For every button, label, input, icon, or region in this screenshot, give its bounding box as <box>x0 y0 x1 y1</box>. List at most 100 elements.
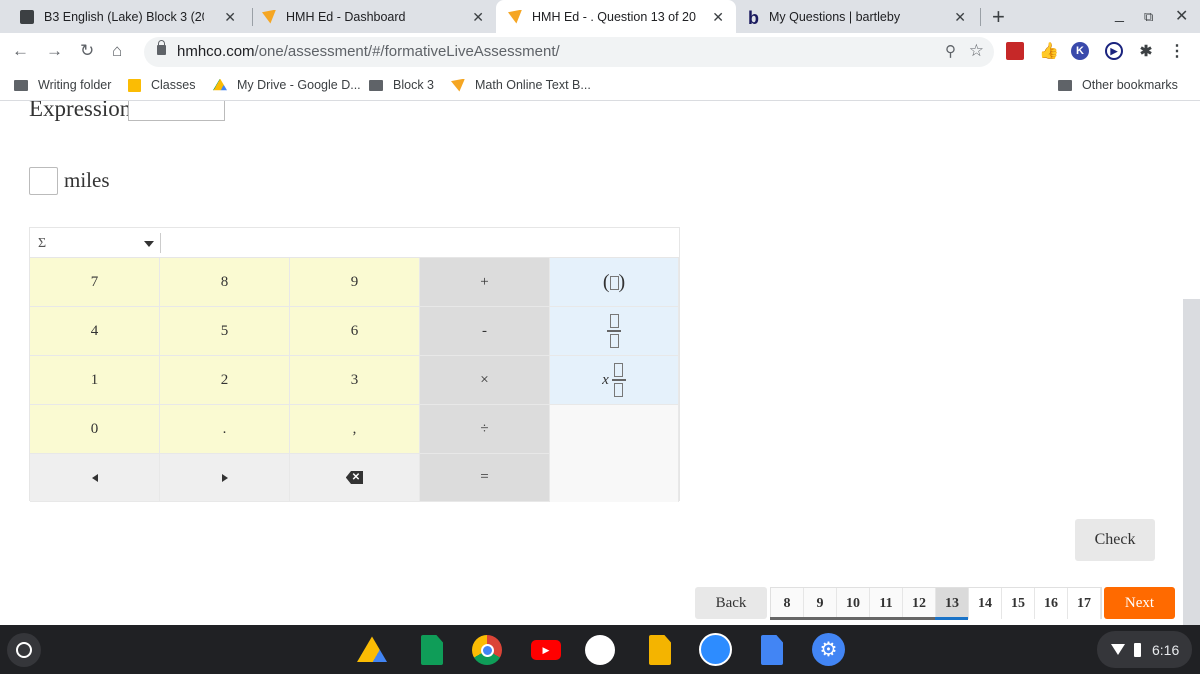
battery-icon <box>1134 642 1141 657</box>
answer-input[interactable] <box>29 167 58 195</box>
bookmark-my-drive[interactable]: My Drive - Google D... <box>213 78 361 92</box>
key-0[interactable]: 0 <box>30 405 160 454</box>
cursor-right-key[interactable] <box>160 454 290 502</box>
tab-bartleby[interactable]: b My Questions | bartleby ✕ <box>748 0 978 33</box>
page-9[interactable]: 9 <box>804 588 837 619</box>
google-drive-icon[interactable] <box>357 636 387 662</box>
folder-icon <box>14 79 28 91</box>
close-window-button[interactable]: ✕ <box>1175 6 1188 26</box>
unit-label: miles <box>64 168 110 192</box>
extensions-puzzle-icon[interactable]: ✱ <box>1137 42 1155 60</box>
page-11[interactable]: 11 <box>870 588 903 619</box>
close-tab-icon[interactable]: ✕ <box>224 9 236 26</box>
google-docs-icon[interactable] <box>761 635 783 665</box>
parentheses-icon: () <box>602 270 626 293</box>
page-10[interactable]: 10 <box>837 588 870 619</box>
assessment-content: Expression: miles Σ 7 8 9 4 5 6 1 2 3 0 … <box>0 101 1200 625</box>
home-icon[interactable]: ⌂ <box>112 41 122 61</box>
browser-toolbar: ← → ↻ ⌂ hmhco.com/one/assessment/#/forma… <box>0 33 1200 71</box>
drive-icon <box>213 78 227 91</box>
zoom-app-icon[interactable] <box>699 633 732 666</box>
bookmark-math-online-text[interactable]: Math Online Text B... <box>451 78 591 92</box>
divider <box>160 233 161 253</box>
key-plus[interactable]: + <box>420 258 550 307</box>
close-tab-icon[interactable]: ✕ <box>472 9 484 26</box>
reload-icon[interactable]: ↻ <box>80 41 94 61</box>
pdf-extension-icon[interactable] <box>1006 42 1024 60</box>
restore-button[interactable]: ⧉ <box>1144 9 1153 25</box>
key-1[interactable]: 1 <box>30 356 160 405</box>
tab-hmh-dashboard[interactable]: HMH Ed - Dashboard ✕ <box>262 0 496 33</box>
key-divide[interactable]: ÷ <box>420 405 550 454</box>
chrome-icon[interactable] <box>472 635 502 665</box>
close-tab-icon[interactable]: ✕ <box>712 9 724 26</box>
key-times[interactable]: × <box>420 356 550 405</box>
key-6[interactable]: 6 <box>290 307 420 356</box>
keypad-header: Σ <box>30 228 679 258</box>
page-16[interactable]: 16 <box>1035 588 1068 619</box>
thumbs-up-extension-icon[interactable]: 👍 <box>1039 42 1059 60</box>
youtube-icon[interactable]: ▶ <box>531 640 561 660</box>
right-triangle-icon <box>221 473 228 482</box>
check-button[interactable]: Check <box>1075 519 1155 561</box>
key-3[interactable]: 3 <box>290 356 420 405</box>
lock-icon <box>157 40 166 55</box>
kami-extension-icon[interactable]: K <box>1071 42 1089 60</box>
math-keypad: Σ 7 8 9 4 5 6 1 2 3 0 . , ✕ + - × ÷ = ()… <box>29 227 680 502</box>
key-5[interactable]: 5 <box>160 307 290 356</box>
expression-input[interactable] <box>128 101 225 121</box>
forward-arrow-icon[interactable]: → <box>46 41 63 61</box>
key-decimal[interactable]: . <box>160 405 290 454</box>
google-slides-icon[interactable] <box>649 635 671 665</box>
key-comma[interactable]: , <box>290 405 420 454</box>
minimize-button[interactable]: _ <box>1115 6 1124 24</box>
play-extension-icon[interactable]: ▶ <box>1105 42 1123 60</box>
settings-gear-icon[interactable]: ⚙ <box>812 633 845 666</box>
google-sheets-icon[interactable] <box>421 635 443 665</box>
question-pagination: 8 9 10 11 12 13 14 15 16 17 <box>770 587 1102 619</box>
parentheses-template-key[interactable]: () <box>550 258 679 307</box>
scrollbar[interactable] <box>1183 299 1200 625</box>
key-minus[interactable]: - <box>420 307 550 356</box>
back-button[interactable]: Back <box>695 587 767 619</box>
key-8[interactable]: 8 <box>160 258 290 307</box>
backspace-key[interactable]: ✕ <box>290 454 420 502</box>
other-bookmarks[interactable]: Other bookmarks <box>1058 78 1178 92</box>
address-bar[interactable]: hmhco.com/one/assessment/#/formativeLive… <box>144 37 994 67</box>
launcher-button[interactable] <box>7 633 41 667</box>
page-15[interactable]: 15 <box>1002 588 1035 619</box>
bookmarks-bar: Writing folder Classes My Drive - Google… <box>0 71 1200 101</box>
key-4[interactable]: 4 <box>30 307 160 356</box>
tab-classroom[interactable]: B3 English (Lake) Block 3 (2020-2 ✕ <box>20 0 248 33</box>
expression-label: Expression: <box>29 101 138 121</box>
bookmark-star-icon[interactable]: ☆ <box>969 41 984 61</box>
hmh-icon <box>451 78 465 92</box>
menu-kebab-icon[interactable]: ⋮ <box>1168 42 1186 60</box>
next-button[interactable]: Next <box>1104 587 1175 619</box>
folder-icon <box>1058 79 1072 91</box>
bookmark-writing-folder[interactable]: Writing folder <box>14 78 111 92</box>
fraction-template-key[interactable] <box>550 307 679 356</box>
page-13-current[interactable]: 13 <box>936 588 969 619</box>
bookmark-block-3[interactable]: Block 3 <box>369 78 434 92</box>
zoom-out-icon[interactable]: ⚲ <box>945 42 956 60</box>
keypad-mode-label: Σ <box>38 236 47 251</box>
page-8[interactable]: 8 <box>771 588 804 619</box>
keypad-mode-dropdown[interactable] <box>144 241 154 247</box>
back-arrow-icon[interactable]: ← <box>12 41 29 61</box>
page-17[interactable]: 17 <box>1068 588 1101 619</box>
key-7[interactable]: 7 <box>30 258 160 307</box>
page-12[interactable]: 12 <box>903 588 936 619</box>
chrome-web-store-icon[interactable] <box>585 635 615 665</box>
mixed-number-template-key[interactable]: x <box>550 356 679 405</box>
cursor-left-key[interactable] <box>30 454 160 502</box>
new-tab-button[interactable]: + <box>992 4 1005 30</box>
bookmark-classes[interactable]: Classes <box>128 78 195 92</box>
tab-hmh-question[interactable]: HMH Ed - . Question 13 of 20 ✕ <box>496 0 736 33</box>
page-14[interactable]: 14 <box>969 588 1002 619</box>
key-2[interactable]: 2 <box>160 356 290 405</box>
key-9[interactable]: 9 <box>290 258 420 307</box>
status-tray[interactable]: 6:16 <box>1097 631 1192 668</box>
close-tab-icon[interactable]: ✕ <box>954 9 966 26</box>
key-equals[interactable]: = <box>420 454 550 502</box>
